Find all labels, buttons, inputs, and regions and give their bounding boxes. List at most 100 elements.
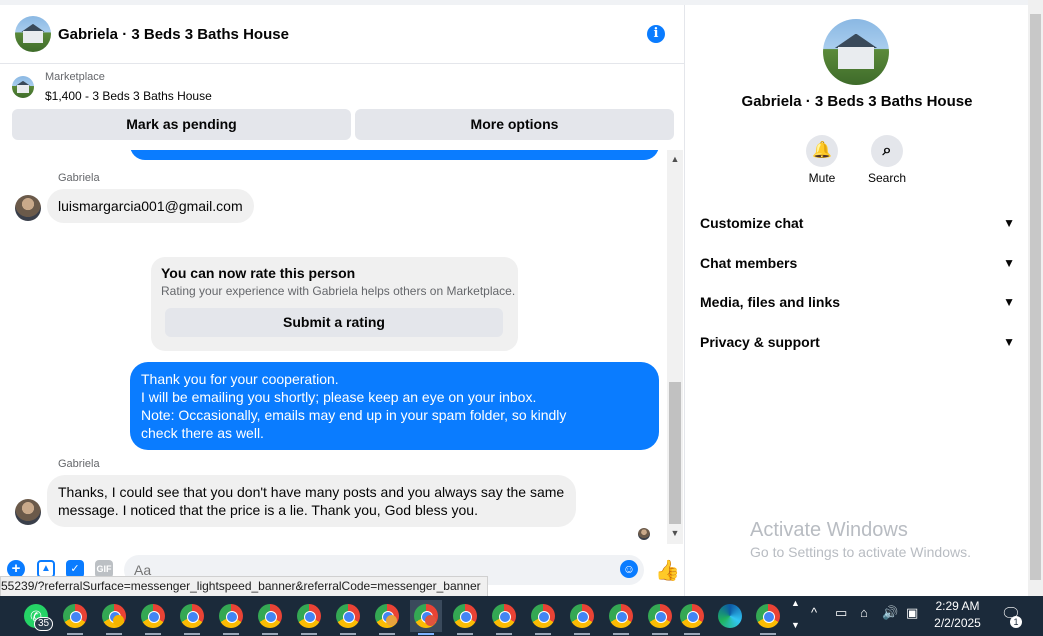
chrome-icon bbox=[648, 604, 672, 628]
activate-windows-title: Activate Windows bbox=[750, 519, 908, 541]
chrome-taskbar-icon[interactable] bbox=[293, 600, 325, 635]
chrome-icon bbox=[336, 604, 360, 628]
taskbar-scroll-up-icon[interactable]: ▲ bbox=[791, 598, 800, 608]
whatsapp-badge-count: 35 bbox=[34, 617, 54, 631]
rating-card: You can now rate this person Rating your… bbox=[151, 257, 518, 351]
listing-label: Marketplace bbox=[45, 71, 105, 83]
rating-subtitle: Rating your experience with Gabriela hel… bbox=[161, 284, 516, 298]
chat-header: Gabriela · 3 Beds 3 Baths House i bbox=[0, 5, 684, 64]
chrome-icon bbox=[297, 604, 321, 628]
edge-icon bbox=[718, 604, 742, 628]
chat-title[interactable]: Gabriela · 3 Beds 3 Baths House bbox=[58, 26, 289, 43]
submit-rating-button[interactable]: Submit a rating bbox=[165, 308, 503, 337]
chevron-down-icon: ▼ bbox=[1003, 256, 1015, 270]
chrome-taskbar-icon[interactable] bbox=[527, 600, 559, 635]
meet-now-icon[interactable]: ⌂ bbox=[860, 605, 868, 620]
sender-avatar[interactable] bbox=[15, 195, 41, 221]
rating-title: You can now rate this person bbox=[161, 265, 356, 281]
chrome-taskbar-icon[interactable] bbox=[137, 600, 169, 635]
profile-avatar[interactable] bbox=[823, 19, 889, 85]
link-status-bar: 55239/?referralSurface=messenger_lightsp… bbox=[0, 576, 488, 597]
listing-title[interactable]: $1,400 - 3 Beds 3 Baths House bbox=[45, 89, 212, 103]
chrome-icon bbox=[63, 604, 87, 628]
clock-time: 2:29 AM bbox=[935, 599, 980, 613]
battery-icon[interactable]: ▭ bbox=[835, 605, 847, 621]
chrome-taskbar-icon[interactable] bbox=[676, 600, 708, 635]
chevron-down-icon: ▼ bbox=[1003, 295, 1015, 309]
chrome-taskbar-icon[interactable] bbox=[59, 600, 91, 635]
emoji-icon[interactable]: ☺ bbox=[620, 560, 638, 578]
seen-indicator-avatar bbox=[638, 528, 650, 540]
chrome-icon bbox=[531, 604, 555, 628]
activate-windows-subtitle: Go to Settings to activate Windows. bbox=[750, 544, 971, 560]
message-line: message. I noticed that the price is a l… bbox=[58, 502, 478, 518]
clock-date: 2/2/2025 bbox=[934, 616, 981, 630]
chrome-taskbar-icon-active[interactable] bbox=[410, 600, 442, 635]
mark-as-pending-button[interactable]: Mark as pending bbox=[12, 109, 351, 140]
message-list[interactable]: Gabriela luismargarcia001@gmail.com You … bbox=[0, 150, 666, 544]
chevron-down-icon: ▼ bbox=[1003, 216, 1015, 230]
bell-icon[interactable]: 🔔 bbox=[806, 135, 838, 167]
chrome-taskbar-icon[interactable] bbox=[371, 600, 403, 635]
chrome-taskbar-icon[interactable] bbox=[98, 600, 130, 635]
chat-avatar[interactable] bbox=[15, 16, 51, 52]
scroll-down-arrow[interactable]: ▼ bbox=[667, 528, 683, 538]
section-chat-members[interactable]: Chat members ▼ bbox=[700, 251, 1015, 275]
edge-taskbar-icon[interactable] bbox=[714, 600, 746, 632]
more-options-button[interactable]: More options bbox=[355, 109, 674, 140]
scroll-up-arrow[interactable]: ▲ bbox=[667, 154, 683, 164]
chrome-icon bbox=[492, 604, 516, 628]
search-label[interactable]: Search bbox=[857, 171, 917, 185]
chrome-icon bbox=[756, 604, 780, 628]
chevron-down-icon: ▼ bbox=[1003, 335, 1015, 349]
info-icon[interactable]: i bbox=[647, 25, 665, 43]
listing-thumbnail[interactable] bbox=[12, 76, 34, 98]
chrome-icon bbox=[141, 604, 165, 628]
message-bubble-outgoing-partial bbox=[130, 150, 659, 160]
section-label: Media, files and links bbox=[700, 294, 841, 310]
network-icon[interactable]: ▣ bbox=[906, 605, 918, 621]
chrome-icon bbox=[180, 604, 204, 628]
chrome-taskbar-icon[interactable] bbox=[566, 600, 598, 635]
chrome-icon bbox=[258, 604, 282, 628]
section-label: Privacy & support bbox=[700, 334, 820, 350]
message-line: Thank you for your cooperation. bbox=[141, 371, 339, 387]
taskbar-scroll-down-icon[interactable]: ▼ bbox=[791, 620, 800, 630]
sender-avatar[interactable] bbox=[15, 499, 41, 525]
section-label: Chat members bbox=[700, 255, 798, 271]
chrome-taskbar-icon[interactable] bbox=[605, 600, 637, 635]
section-label: Customize chat bbox=[700, 215, 804, 231]
chrome-taskbar-icon[interactable] bbox=[449, 600, 481, 635]
chrome-icon bbox=[609, 604, 633, 628]
chrome-taskbar-icon[interactable] bbox=[752, 600, 784, 635]
sender-name: Gabriela bbox=[58, 458, 100, 470]
like-icon[interactable]: 👍 bbox=[655, 558, 680, 583]
message-line: check there as well. bbox=[141, 425, 264, 441]
chrome-taskbar-icon[interactable] bbox=[215, 600, 247, 635]
chrome-taskbar-icon[interactable] bbox=[176, 600, 208, 635]
chrome-taskbar-icon[interactable] bbox=[332, 600, 364, 635]
conversation-details-panel: Gabriela · 3 Beds 3 Baths House 🔔 Mute ⌕… bbox=[684, 5, 1029, 596]
whatsapp-taskbar-icon[interactable]: ✆ 35 bbox=[20, 600, 54, 632]
taskbar-clock[interactable]: 2:29 AM 2/2/2025 bbox=[930, 598, 985, 632]
notification-count-badge: 1 bbox=[1010, 616, 1022, 628]
chrome-taskbar-icon[interactable] bbox=[488, 600, 520, 635]
message-bubble-incoming: Thanks, I could see that you don't have … bbox=[47, 475, 576, 527]
mute-label[interactable]: Mute bbox=[792, 171, 852, 185]
profile-title: Gabriela · 3 Beds 3 Baths House bbox=[741, 93, 973, 110]
sender-name: Gabriela bbox=[58, 172, 100, 184]
volume-icon[interactable]: 🔊 bbox=[882, 605, 898, 621]
chrome-taskbar-icon[interactable] bbox=[644, 600, 676, 635]
chrome-icon bbox=[453, 604, 477, 628]
message-bubble-incoming: luismargarcia001@gmail.com bbox=[47, 189, 254, 223]
message-line: I will be emailing you shortly; please k… bbox=[141, 389, 537, 405]
chat-scrollbar-thumb[interactable] bbox=[669, 382, 681, 524]
show-hidden-icons-icon[interactable]: ^ bbox=[811, 605, 817, 620]
page-scrollbar-thumb[interactable] bbox=[1030, 14, 1041, 580]
section-customize-chat[interactable]: Customize chat ▼ bbox=[700, 211, 1015, 235]
section-media-files-links[interactable]: Media, files and links ▼ bbox=[700, 290, 1015, 314]
section-privacy-support[interactable]: Privacy & support ▼ bbox=[700, 330, 1015, 354]
search-icon[interactable]: ⌕ bbox=[871, 135, 903, 167]
chrome-taskbar-icon[interactable] bbox=[254, 600, 286, 635]
chrome-icon bbox=[570, 604, 594, 628]
